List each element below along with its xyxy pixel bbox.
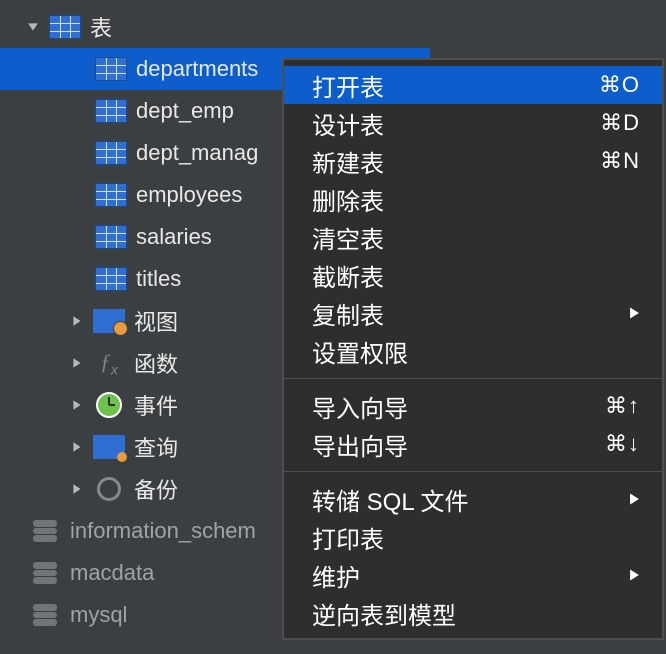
chevron-right-icon bbox=[629, 492, 640, 506]
database-icon bbox=[28, 601, 62, 629]
table-label: salaries bbox=[136, 224, 212, 250]
tree-label-views: 视图 bbox=[134, 305, 178, 337]
menu-shortcut: ⌘↑ bbox=[605, 393, 640, 419]
menu-item-maintain[interactable]: 维护 bbox=[284, 556, 662, 594]
table-icon bbox=[94, 265, 128, 293]
table-icon bbox=[94, 223, 128, 251]
menu-shortcut: ⌘↓ bbox=[605, 431, 640, 457]
tree-label-functions: 函数 bbox=[134, 347, 178, 379]
chevron-right-icon bbox=[629, 568, 640, 582]
menu-shortcut: ⌘D bbox=[600, 110, 640, 136]
context-menu: 打开表 ⌘O 设计表 ⌘D 新建表 ⌘N 删除表 清空表 截断表 复制表 设置权… bbox=[282, 58, 664, 640]
menu-item-dump-sql[interactable]: 转储 SQL 文件 bbox=[284, 480, 662, 518]
tree-label-events: 事件 bbox=[134, 389, 178, 421]
chevron-right-icon[interactable] bbox=[68, 396, 86, 414]
backup-icon bbox=[92, 475, 126, 503]
tree-label-backups: 备份 bbox=[134, 473, 178, 505]
table-label: employees bbox=[136, 182, 242, 208]
function-icon: ƒx bbox=[92, 349, 126, 377]
table-label: departments bbox=[136, 56, 258, 82]
menu-item-delete-table[interactable]: 删除表 bbox=[284, 180, 662, 218]
chevron-right-icon bbox=[629, 306, 640, 320]
chevron-down-icon[interactable] bbox=[24, 18, 42, 36]
table-icon bbox=[48, 13, 82, 41]
menu-shortcut: ⌘O bbox=[599, 72, 640, 98]
table-icon bbox=[94, 55, 128, 83]
database-label: macdata bbox=[70, 560, 154, 586]
table-icon bbox=[94, 181, 128, 209]
chevron-right-icon[interactable] bbox=[68, 480, 86, 498]
database-icon bbox=[28, 517, 62, 545]
menu-item-print-table[interactable]: 打印表 bbox=[284, 518, 662, 556]
menu-item-set-privileges[interactable]: 设置权限 bbox=[284, 332, 662, 370]
chevron-right-icon[interactable] bbox=[68, 438, 86, 456]
menu-item-export-wizard[interactable]: 导出向导 ⌘↓ bbox=[284, 425, 662, 463]
table-label: titles bbox=[136, 266, 181, 292]
menu-item-open-table[interactable]: 打开表 ⌘O bbox=[284, 66, 662, 104]
clock-icon bbox=[92, 391, 126, 419]
chevron-right-icon[interactable] bbox=[68, 312, 86, 330]
view-icon bbox=[92, 307, 126, 335]
menu-item-import-wizard[interactable]: 导入向导 ⌘↑ bbox=[284, 387, 662, 425]
table-label: dept_emp bbox=[136, 98, 234, 124]
chevron-right-icon[interactable] bbox=[68, 354, 86, 372]
menu-shortcut: ⌘N bbox=[600, 148, 640, 174]
database-label: information_schem bbox=[70, 518, 256, 544]
menu-item-truncate-table[interactable]: 截断表 bbox=[284, 256, 662, 294]
menu-item-design-table[interactable]: 设计表 ⌘D bbox=[284, 104, 662, 142]
menu-item-reverse-to-model[interactable]: 逆向表到模型 bbox=[284, 594, 662, 632]
tree-node-tables[interactable]: 表 bbox=[0, 6, 430, 48]
menu-item-new-table[interactable]: 新建表 ⌘N bbox=[284, 142, 662, 180]
database-label: mysql bbox=[70, 602, 127, 628]
menu-item-empty-table[interactable]: 清空表 bbox=[284, 218, 662, 256]
tree-label-tables: 表 bbox=[90, 11, 112, 43]
table-icon bbox=[94, 97, 128, 125]
query-icon bbox=[92, 433, 126, 461]
tree-label-queries: 查询 bbox=[134, 431, 178, 463]
table-label: dept_manag bbox=[136, 140, 258, 166]
menu-item-copy-table[interactable]: 复制表 bbox=[284, 294, 662, 332]
table-icon bbox=[94, 139, 128, 167]
menu-separator bbox=[284, 471, 662, 472]
menu-separator bbox=[284, 378, 662, 379]
database-icon bbox=[28, 559, 62, 587]
